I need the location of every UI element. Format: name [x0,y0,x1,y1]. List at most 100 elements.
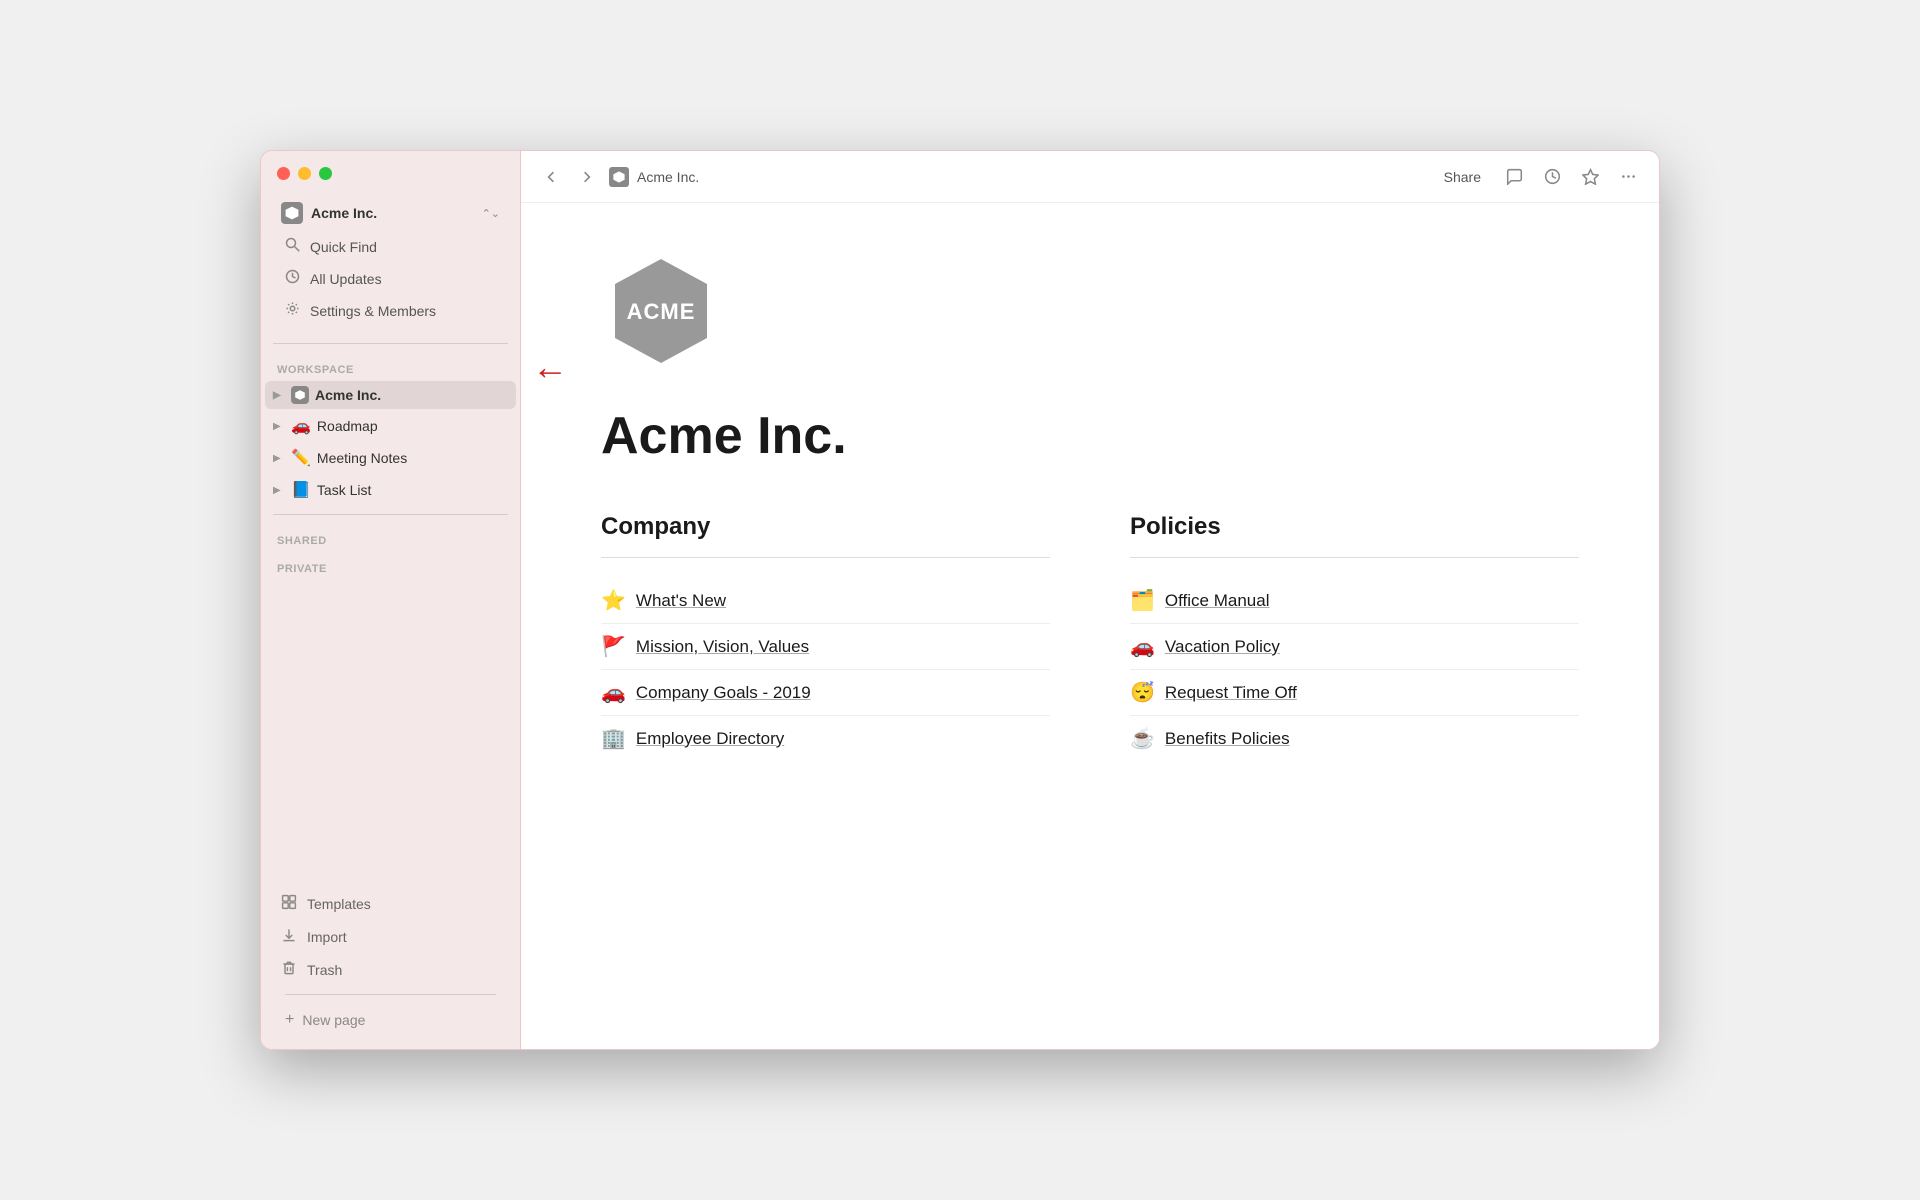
sidebar-item-templates[interactable]: Templates [273,888,508,920]
import-label: Import [307,929,347,945]
vacation-policy-text: Vacation Policy [1165,637,1280,657]
settings-label: Settings & Members [310,303,436,319]
plus-icon: + [285,1011,294,1029]
history-button[interactable] [1537,162,1567,192]
chevron-icon: ⌃⌄ [482,207,500,220]
titlebar: Acme Inc. Share [521,151,1659,203]
divider-3 [285,994,496,995]
office-manual-emoji: 🗂️ [1130,588,1155,613]
acme-logo-small [291,386,309,404]
company-column: Company ⭐ What's New 🚩 Mission, Vision, … [601,513,1050,761]
divider [273,343,508,344]
benefits-policies-emoji: ☕ [1130,726,1155,751]
company-divider [601,557,1050,558]
task-list-emoji: 📘 [291,480,311,500]
left-arrow-icon: ← [532,346,568,388]
sidebar-bottom: Templates Import Trash [261,879,520,1049]
breadcrumb: Acme Inc. [637,169,699,185]
workspace-icon [281,202,303,224]
minimize-button[interactable] [298,167,311,180]
whats-new-emoji: ⭐ [601,588,626,613]
shared-section-label: SHARED [261,523,520,551]
trash-label: Trash [307,962,342,978]
policies-column: Policies 🗂️ Office Manual 🚗 Vacation Pol… [1130,513,1579,761]
private-section-label: PRIVATE [261,551,520,579]
gear-icon [285,301,300,320]
close-button[interactable] [277,167,290,180]
tree-arrow-icon: ▶ [273,390,285,401]
page-title: Acme Inc. [601,408,1579,465]
quick-find-label: Quick Find [310,239,377,255]
company-goals-emoji: 🚗 [601,680,626,705]
titlebar-actions: Share [1434,162,1643,192]
more-button[interactable] [1613,162,1643,192]
office-manual-text: Office Manual [1165,591,1270,611]
link-company-goals[interactable]: 🚗 Company Goals - 2019 [601,670,1050,716]
whats-new-text: What's New [636,591,726,611]
all-updates-label: All Updates [310,271,382,287]
content-columns: Company ⭐ What's New 🚩 Mission, Vision, … [601,513,1579,761]
sidebar-item-roadmap[interactable]: ▶ 🚗 Roadmap [265,411,516,441]
tree-arrow-icon: ▶ [273,485,285,496]
main-content: Acme Inc. Share [521,151,1659,1049]
request-time-off-text: Request Time Off [1165,683,1297,703]
breadcrumb-icon [609,167,629,187]
benefits-policies-text: Benefits Policies [1165,729,1290,749]
trash-icon [281,960,297,980]
tree-arrow-icon: ▶ [273,421,285,432]
acme-inc-label: Acme Inc. [315,387,381,403]
comment-button[interactable] [1499,162,1529,192]
divider-2 [273,514,508,515]
templates-label: Templates [307,896,371,912]
employee-directory-emoji: 🏢 [601,726,626,751]
maximize-button[interactable] [319,167,332,180]
clock-icon [285,269,300,288]
new-page-button[interactable]: + New page [277,1003,504,1037]
templates-icon [281,894,297,914]
sidebar-item-quick-find[interactable]: Quick Find [277,231,504,262]
sidebar-top: Acme Inc. ⌃⌄ Quick Find All Update [261,188,520,335]
policies-divider [1130,557,1579,558]
sidebar-item-trash[interactable]: Trash [273,954,508,986]
mission-emoji: 🚩 [601,634,626,659]
search-icon [285,237,300,256]
vacation-policy-emoji: 🚗 [1130,634,1155,659]
forward-button[interactable] [573,163,601,191]
link-mission[interactable]: 🚩 Mission, Vision, Values [601,624,1050,670]
star-button[interactable] [1575,162,1605,192]
link-office-manual[interactable]: 🗂️ Office Manual [1130,578,1579,624]
traffic-lights [261,151,520,188]
workspace-section-label: WORKSPACE [261,352,520,380]
sidebar-item-all-updates[interactable]: All Updates [277,263,504,294]
company-column-title: Company [601,513,1050,541]
sidebar: Acme Inc. ⌃⌄ Quick Find All Update [261,151,521,1049]
link-vacation-policy[interactable]: 🚗 Vacation Policy [1130,624,1579,670]
share-button[interactable]: Share [1434,164,1491,190]
acme-hexagon-logo: ACME [601,251,721,371]
sidebar-item-settings[interactable]: Settings & Members [277,295,504,326]
tree-arrow-icon: ▶ [273,453,285,464]
mission-text: Mission, Vision, Values [636,637,809,657]
meeting-notes-label: Meeting Notes [317,450,407,466]
link-employee-directory[interactable]: 🏢 Employee Directory [601,716,1050,761]
sidebar-item-import[interactable]: Import [273,921,508,953]
request-time-off-emoji: 😴 [1130,680,1155,705]
sidebar-item-task-list[interactable]: ▶ 📘 Task List [265,475,516,505]
page-body: ACME Acme Inc. Company ⭐ What's New 🚩 [521,203,1659,1049]
employee-directory-text: Employee Directory [636,729,784,749]
link-request-time-off[interactable]: 😴 Request Time Off [1130,670,1579,716]
back-button[interactable] [537,163,565,191]
roadmap-emoji: 🚗 [291,416,311,436]
sidebar-item-acme-inc[interactable]: ▶ Acme Inc. [265,381,516,409]
workspace-title[interactable]: Acme Inc. ⌃⌄ [273,196,508,230]
sidebar-item-meeting-notes[interactable]: ▶ ✏️ Meeting Notes [265,443,516,473]
task-list-label: Task List [317,482,371,498]
workspace-name: Acme Inc. [311,205,474,221]
policies-column-title: Policies [1130,513,1579,541]
link-whats-new[interactable]: ⭐ What's New [601,578,1050,624]
roadmap-label: Roadmap [317,418,378,434]
link-benefits-policies[interactable]: ☕ Benefits Policies [1130,716,1579,761]
arrow-indicator: ← [532,346,568,388]
company-goals-text: Company Goals - 2019 [636,683,811,703]
app-window: Acme Inc. ⌃⌄ Quick Find All Update [260,150,1660,1050]
